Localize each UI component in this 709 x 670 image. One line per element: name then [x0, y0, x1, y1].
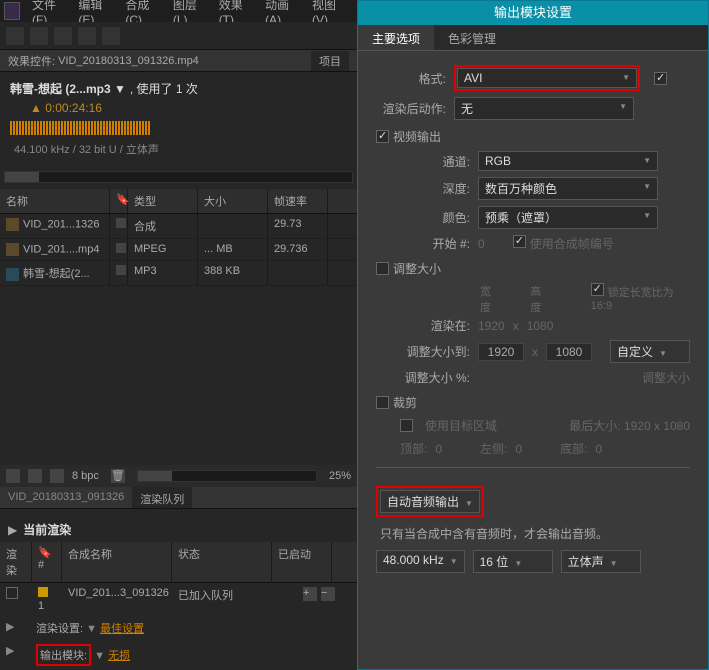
- item-title-suffix: , 使用了 1 次: [130, 80, 198, 97]
- output-module-link[interactable]: 无损: [108, 650, 130, 662]
- color-label: 颜色:: [400, 209, 470, 226]
- audio-channels-select[interactable]: 立体声: [561, 550, 641, 573]
- channel-select[interactable]: RGB: [478, 151, 658, 171]
- audio-rate-select[interactable]: 48.000 kHz: [376, 550, 465, 573]
- comp-icon: [6, 218, 19, 231]
- audio-hint: 只有当合成中含有音频时，才会输出音频。: [380, 525, 690, 542]
- render-settings-label: 渲染设置:: [36, 623, 83, 635]
- audio-metadata: 44.100 kHz / 32 bit U / 立体声: [14, 144, 159, 156]
- resize-label: 调整大小: [393, 260, 441, 277]
- project-file-list: 名称 🔖 类型 大小 帧速率 VID_201...1326 合成 29.73 V…: [0, 189, 357, 465]
- lower-tabs: VID_20180313_091326 渲染队列: [0, 487, 357, 509]
- new-comp-icon[interactable]: [50, 469, 64, 483]
- depth-label: 深度:: [400, 180, 470, 197]
- app-logo-icon: [4, 2, 20, 20]
- col-size[interactable]: 大小: [198, 189, 268, 213]
- add-icon[interactable]: +: [303, 587, 317, 601]
- format-select[interactable]: AVI: [457, 68, 637, 88]
- fx-file: VID_20180313_091326.mp4: [58, 55, 199, 67]
- output-module-label: 输出模块:: [40, 650, 87, 662]
- resize-checkbox[interactable]: [376, 262, 389, 275]
- render-settings-link[interactable]: 最佳设置: [100, 623, 144, 635]
- horizontal-scrollbar[interactable]: [4, 171, 353, 183]
- use-target-area-checkbox: [400, 419, 413, 432]
- crop-label: 裁剪: [393, 394, 417, 411]
- audio-output-select[interactable]: 自动音频输出: [380, 490, 480, 513]
- tab-composition[interactable]: VID_20180313_091326: [0, 487, 132, 508]
- format-label: 格式:: [376, 70, 446, 87]
- audio-bit-select[interactable]: 16 位: [473, 550, 553, 573]
- tab-color-management[interactable]: 色彩管理: [434, 25, 510, 50]
- current-render-label: ▶当前渲染: [0, 517, 357, 542]
- file-row[interactable]: VID_201....mp4 MPEG ... MB 29.736: [0, 239, 357, 261]
- resize-height-input: 1080: [546, 343, 592, 361]
- effect-controls-header: 效果控件: VID_20180313_091326.mp4 项目: [0, 50, 357, 72]
- post-action-select[interactable]: 无: [454, 97, 634, 120]
- file-list-header: 名称 🔖 类型 大小 帧速率: [0, 189, 357, 214]
- color-select[interactable]: 预乘（遮罩）: [478, 206, 658, 229]
- render-enable-checkbox[interactable]: [6, 587, 18, 599]
- startnum-value: 0: [478, 237, 485, 251]
- item-info: 韩雪-想起 (2...mp3 ▼ , 使用了 1 次 ▲ 0:00:24:16 …: [0, 72, 357, 165]
- include-project-checkbox[interactable]: [654, 72, 667, 85]
- post-action-label: 渲染后动作:: [376, 100, 446, 117]
- waveform-icon: [10, 121, 150, 135]
- col-fps[interactable]: 帧速率: [268, 189, 328, 213]
- resize-to-label: 调整大小到:: [400, 343, 470, 360]
- file-row[interactable]: 韩雪-想起(2... MP3 388 KB: [0, 261, 357, 286]
- col-name[interactable]: 名称: [0, 189, 110, 213]
- file-row[interactable]: VID_201...1326 合成 29.73: [0, 214, 357, 239]
- final-size-label: 最后大小: 1920 x 1080: [569, 417, 690, 434]
- main-menu: 文件(F) 编辑(E) 合成(C) 图层(L) 效果(T) 动画(A) 视图(V…: [0, 0, 357, 22]
- project-footer: 8 bpc 🗑 25%: [0, 465, 357, 487]
- resize-preset-select: 自定义: [610, 340, 690, 363]
- lock-aspect-checkbox: [591, 283, 604, 296]
- toolbar: [0, 22, 357, 50]
- zoom-tool-icon[interactable]: [54, 27, 72, 45]
- selection-tool-icon[interactable]: [6, 27, 24, 45]
- project-tab[interactable]: 项目: [311, 51, 349, 71]
- trash-icon[interactable]: 🗑: [111, 469, 125, 483]
- dialog-title: 输出模块设置: [358, 1, 708, 25]
- rotate-tool-icon[interactable]: [78, 27, 96, 45]
- bit-depth[interactable]: 8 bpc: [72, 470, 99, 482]
- remove-icon[interactable]: −: [321, 587, 335, 601]
- render-settings-row: ▶ 渲染设置: ▼ 最佳设置: [0, 616, 357, 640]
- interpret-icon[interactable]: [6, 469, 20, 483]
- use-comp-num-checkbox: [513, 235, 526, 248]
- crop-checkbox[interactable]: [376, 396, 389, 409]
- resize-pct-label: 调整大小 %:: [400, 369, 470, 386]
- hand-tool-icon[interactable]: [30, 27, 48, 45]
- tab-render-queue[interactable]: 渲染队列: [132, 487, 192, 508]
- folder-icon[interactable]: [28, 469, 42, 483]
- resize-width-input: 1920: [478, 343, 524, 361]
- startnum-label: 开始 #:: [400, 235, 470, 252]
- item-title: 韩雪-想起 (2...mp3 ▼: [10, 80, 126, 97]
- audio-icon: [6, 268, 19, 281]
- col-label-icon[interactable]: 🔖: [110, 189, 128, 213]
- tab-main-options[interactable]: 主要选项: [358, 25, 434, 50]
- depth-select[interactable]: 数百万种颜色: [478, 177, 658, 200]
- video-icon: [6, 243, 19, 256]
- item-duration: ▲ 0:00:24:16: [30, 101, 347, 115]
- fx-label: 效果控件:: [8, 53, 55, 69]
- zoom-level: 25%: [329, 470, 351, 482]
- render-queue-item[interactable]: 1 VID_201...3_091326 已加入队列 +−: [0, 583, 357, 616]
- camera-tool-icon[interactable]: [102, 27, 120, 45]
- output-tabs: 主要选项 色彩管理: [358, 25, 708, 51]
- render-queue-header: 渲染 🔖 # 合成名称 状态 已启动: [0, 542, 357, 583]
- video-output-label: 视频输出: [393, 128, 441, 145]
- channel-label: 通道:: [400, 153, 470, 170]
- label-header-icon: 🔖: [38, 547, 52, 559]
- render-at-label: 渲染在:: [400, 317, 470, 334]
- col-type[interactable]: 类型: [128, 189, 198, 213]
- video-output-checkbox[interactable]: [376, 130, 389, 143]
- output-module-row: ▶ 输出模块: ▼ 无损: [0, 640, 357, 670]
